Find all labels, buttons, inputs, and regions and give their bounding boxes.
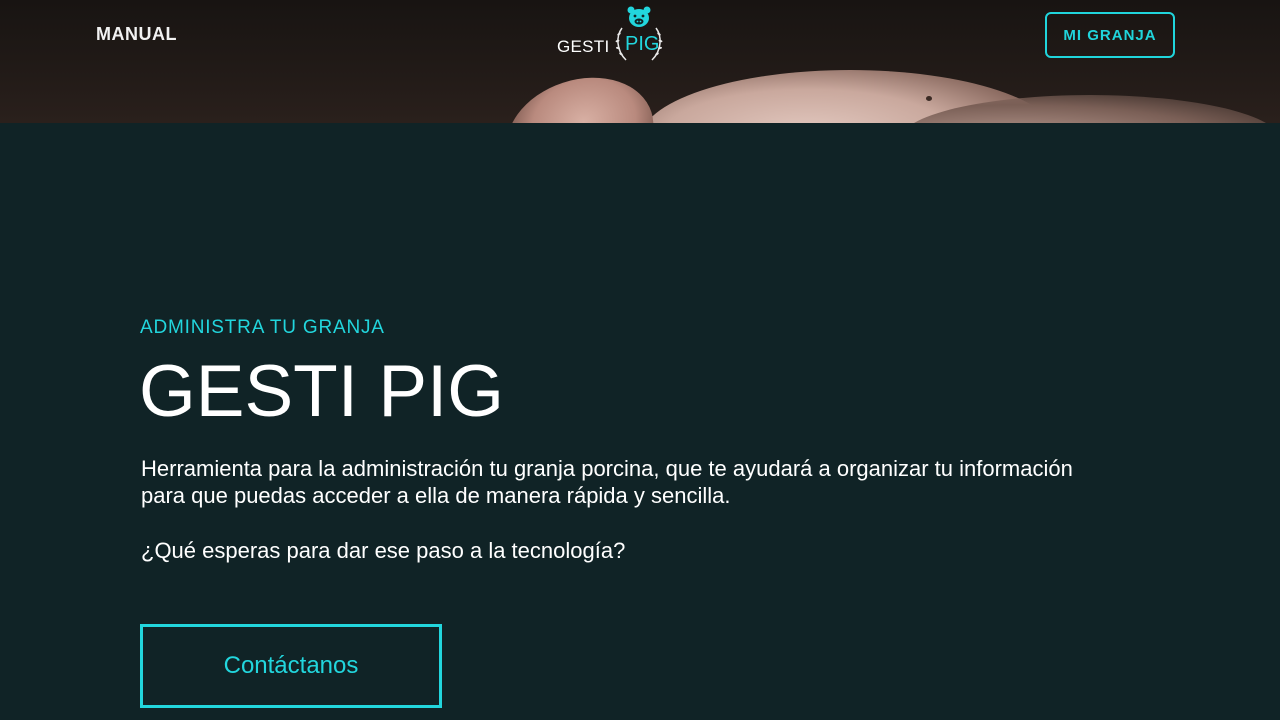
hero-description: Herramienta para la administración tu gr…: [141, 456, 1073, 508]
mi-granja-button[interactable]: MI GRANJA: [1045, 12, 1175, 58]
site-header: MANUAL GESTI PIG MI GRANJA: [0, 0, 1280, 123]
logo-text-pig: PIG: [625, 33, 660, 55]
logo-text-gesti: GESTI: [557, 37, 610, 56]
nav-link-manual[interactable]: MANUAL: [96, 24, 177, 45]
hero-eyebrow: ADMINISTRA TU GRANJA: [140, 317, 385, 338]
hero-question: ¿Qué esperas para dar ese paso a la tecn…: [141, 538, 626, 563]
hero-title: GESTI PIG: [139, 351, 505, 432]
header-photo-spot: [926, 96, 932, 101]
contact-button[interactable]: Contáctanos: [140, 624, 442, 708]
site-logo[interactable]: GESTI PIG: [555, 6, 670, 66]
header-photo-pig-ear: [491, 59, 669, 123]
